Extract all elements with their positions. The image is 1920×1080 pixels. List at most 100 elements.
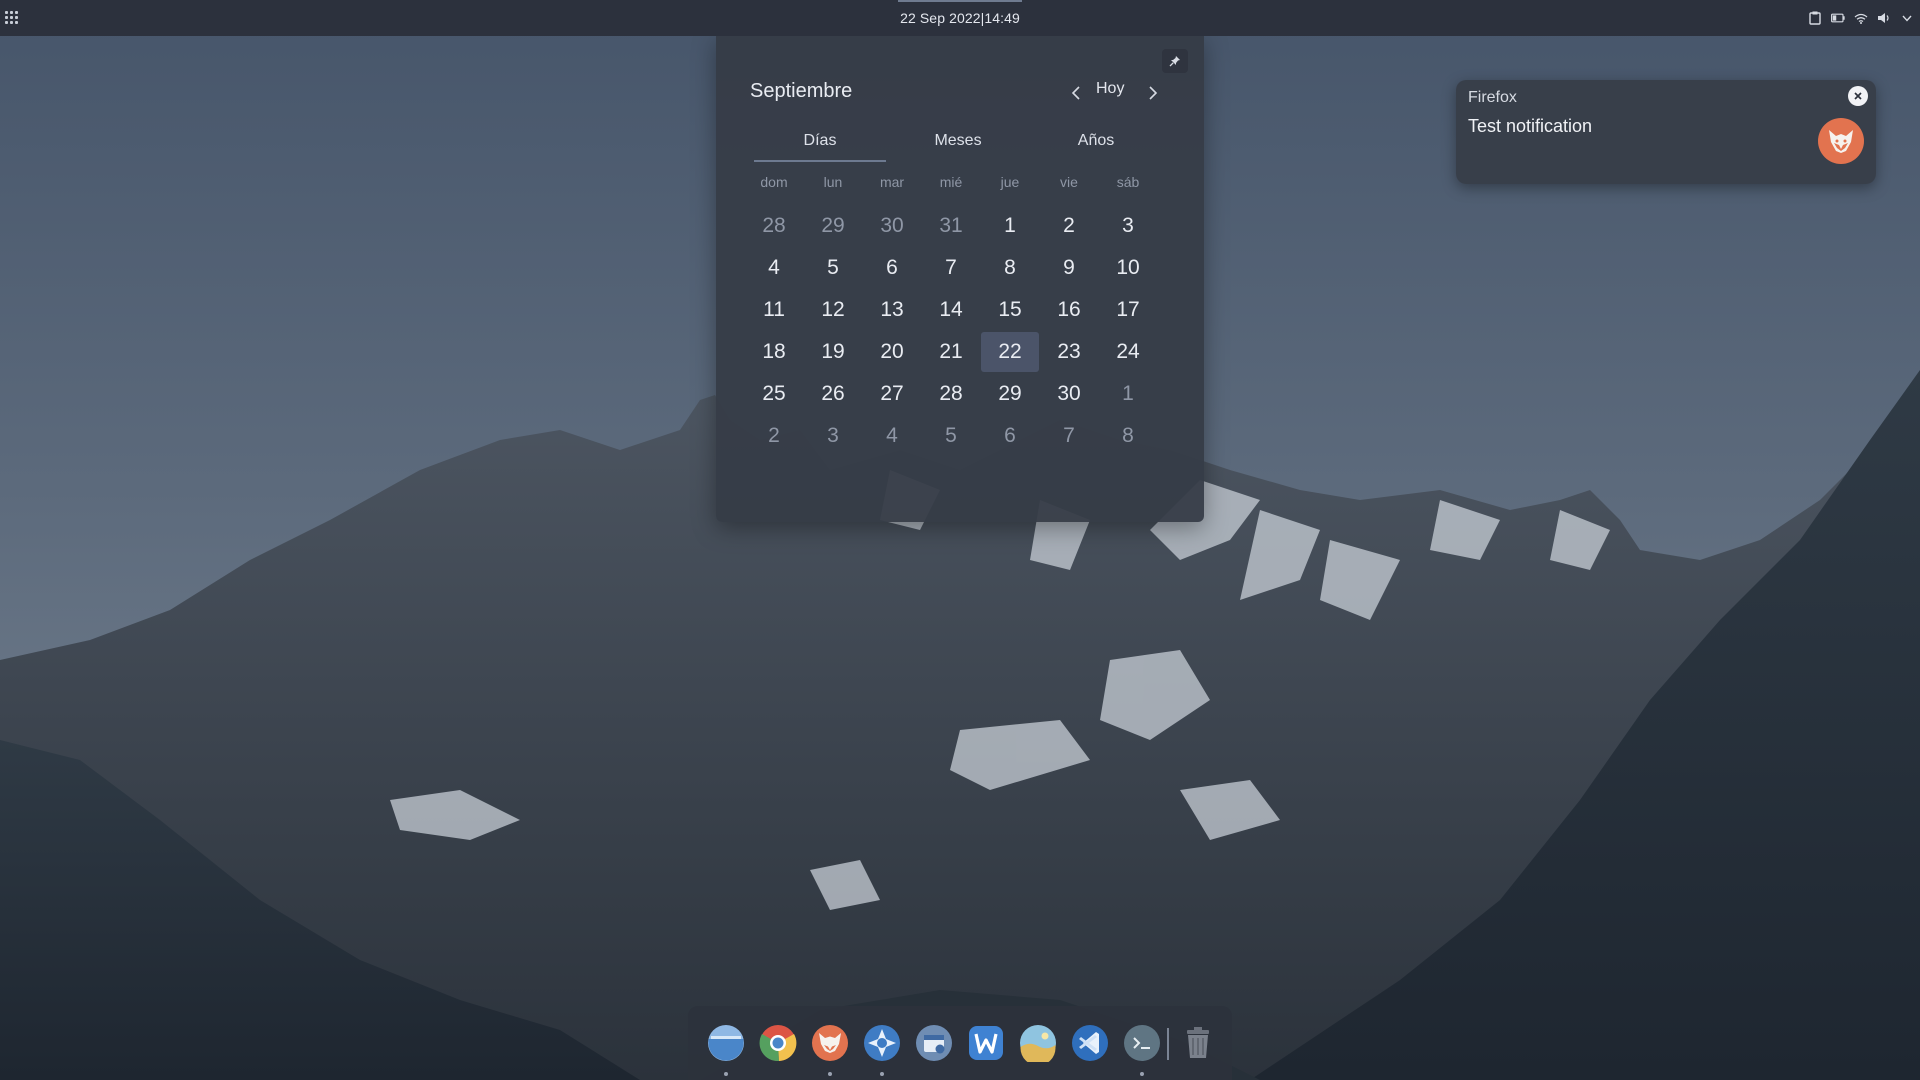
calendar-popover: Septiembre Hoy Días Meses Años dom lun mar… [716,36,1204,522]
running-indicator [1140,1072,1144,1076]
calendar-day[interactable]: 13 [863,290,921,330]
calendar-day[interactable]: 6 [981,416,1039,456]
pin-icon [1169,56,1180,67]
weekday-label: vie [1060,174,1078,190]
clock-button[interactable]: 22 Sep 2022|14:49 [860,0,1060,36]
calendar-day[interactable]: 23 [1040,332,1098,372]
running-indicator [828,1072,832,1076]
calendar-day[interactable]: 9 [1040,248,1098,288]
next-month-button[interactable] [1143,82,1163,104]
battery-icon[interactable] [1831,11,1845,25]
calendar-day[interactable]: 29 [804,206,862,246]
previous-month-button[interactable] [1066,82,1086,104]
calendar-day[interactable]: 25 [745,374,803,414]
calendar-day[interactable]: 7 [1040,416,1098,456]
calendar-day[interactable]: 18 [745,332,803,372]
chrome-icon [759,1025,797,1062]
calendar-day[interactable]: 21 [922,332,980,372]
settings-icon [864,1025,900,1061]
app-store-icon [916,1025,952,1061]
calendar-day[interactable]: 6 [863,248,921,288]
calendar-day[interactable]: 2 [1040,206,1098,246]
top-panel: 22 Sep 2022|14:49 [0,0,1920,36]
dock-writer[interactable] [967,1024,1005,1062]
notification-card[interactable]: Firefox Test notification [1456,80,1876,184]
weekday-label: mar [879,174,905,190]
running-indicator [724,1072,728,1076]
calendar-day[interactable]: 27 [863,374,921,414]
dock-terminal[interactable] [1123,1024,1161,1062]
clipboard-icon[interactable] [1808,11,1822,25]
calendar-day[interactable]: 5 [922,416,980,456]
calendar-day[interactable]: 28 [745,206,803,246]
calendar-day[interactable]: 24 [1099,332,1157,372]
dock-settings[interactable] [863,1024,901,1062]
dock-chrome[interactable] [759,1024,797,1062]
calendar-day-today[interactable]: 22 [981,332,1039,372]
calendar-day[interactable]: 5 [804,248,862,288]
calendar-day[interactable]: 3 [804,416,862,456]
notification-app-name: Firefox [1468,89,1517,106]
calendar-day[interactable]: 3 [1099,206,1157,246]
month-title: Septiembre [750,80,853,102]
pin-button[interactable] [1162,49,1188,73]
dock-firefox[interactable] [811,1024,849,1062]
calendar-day[interactable]: 7 [922,248,980,288]
chevron-left-icon [1071,86,1080,100]
chevron-down-icon[interactable] [1900,11,1914,25]
tab-months[interactable]: Meses [892,126,1024,166]
writer-icon [969,1026,1003,1060]
calendar-day[interactable]: 4 [745,248,803,288]
notification-body: Test notification [1468,116,1593,136]
image-viewer-icon [1020,1025,1056,1062]
vscode-icon [1072,1025,1108,1061]
trash-icon [1187,1027,1209,1058]
app-launcher-grid-icon[interactable] [5,11,19,25]
running-indicator [880,1072,884,1076]
system-tray [1808,0,1914,36]
dock-image-viewer[interactable] [1019,1024,1057,1062]
wifi-icon[interactable] [1854,11,1868,25]
weekday-label: sáb [1116,174,1140,190]
calendar-day[interactable]: 4 [863,416,921,456]
weekday-label: mié [939,174,963,190]
calendar-day[interactable]: 30 [1040,374,1098,414]
calendar-day[interactable]: 8 [1099,416,1157,456]
calendar-day[interactable]: 26 [804,374,862,414]
calendar-day[interactable]: 17 [1099,290,1157,330]
weekday-label: jue [1000,174,1020,190]
dock-file-manager[interactable] [707,1024,745,1062]
calendar-day[interactable]: 1 [981,206,1039,246]
calendar-day[interactable]: 20 [863,332,921,372]
calendar-day[interactable]: 8 [981,248,1039,288]
calendar-day[interactable]: 28 [922,374,980,414]
dock-app-store[interactable] [915,1024,953,1062]
clock-label: 22 Sep 2022|14:49 [900,10,1020,26]
chevron-right-icon [1149,86,1158,100]
calendar-day[interactable]: 2 [745,416,803,456]
dock-trash[interactable] [1179,1024,1217,1062]
calendar-day[interactable]: 31 [922,206,980,246]
file-manager-icon [708,1025,744,1061]
weekday-label: lun [823,174,843,190]
calendar-day[interactable]: 12 [804,290,862,330]
today-button[interactable]: Hoy [1096,80,1124,98]
volume-icon[interactable] [1877,11,1891,25]
calendar-day[interactable]: 19 [804,332,862,372]
dock [688,1006,1232,1080]
close-icon [1854,92,1862,100]
calendar-day[interactable]: 29 [981,374,1039,414]
calendar-day[interactable]: 1 [1099,374,1157,414]
calendar-day[interactable]: 30 [863,206,921,246]
calendar-day[interactable]: 16 [1040,290,1098,330]
firefox-icon [1818,118,1864,164]
calendar-day[interactable]: 10 [1099,248,1157,288]
dock-separator [1167,1028,1169,1060]
notification-close-button[interactable] [1848,86,1868,106]
calendar-day[interactable]: 14 [922,290,980,330]
tab-days[interactable]: Días [754,126,886,166]
dock-vscode[interactable] [1071,1024,1109,1062]
calendar-day[interactable]: 11 [745,290,803,330]
calendar-day[interactable]: 15 [981,290,1039,330]
tab-years[interactable]: Años [1030,126,1162,166]
